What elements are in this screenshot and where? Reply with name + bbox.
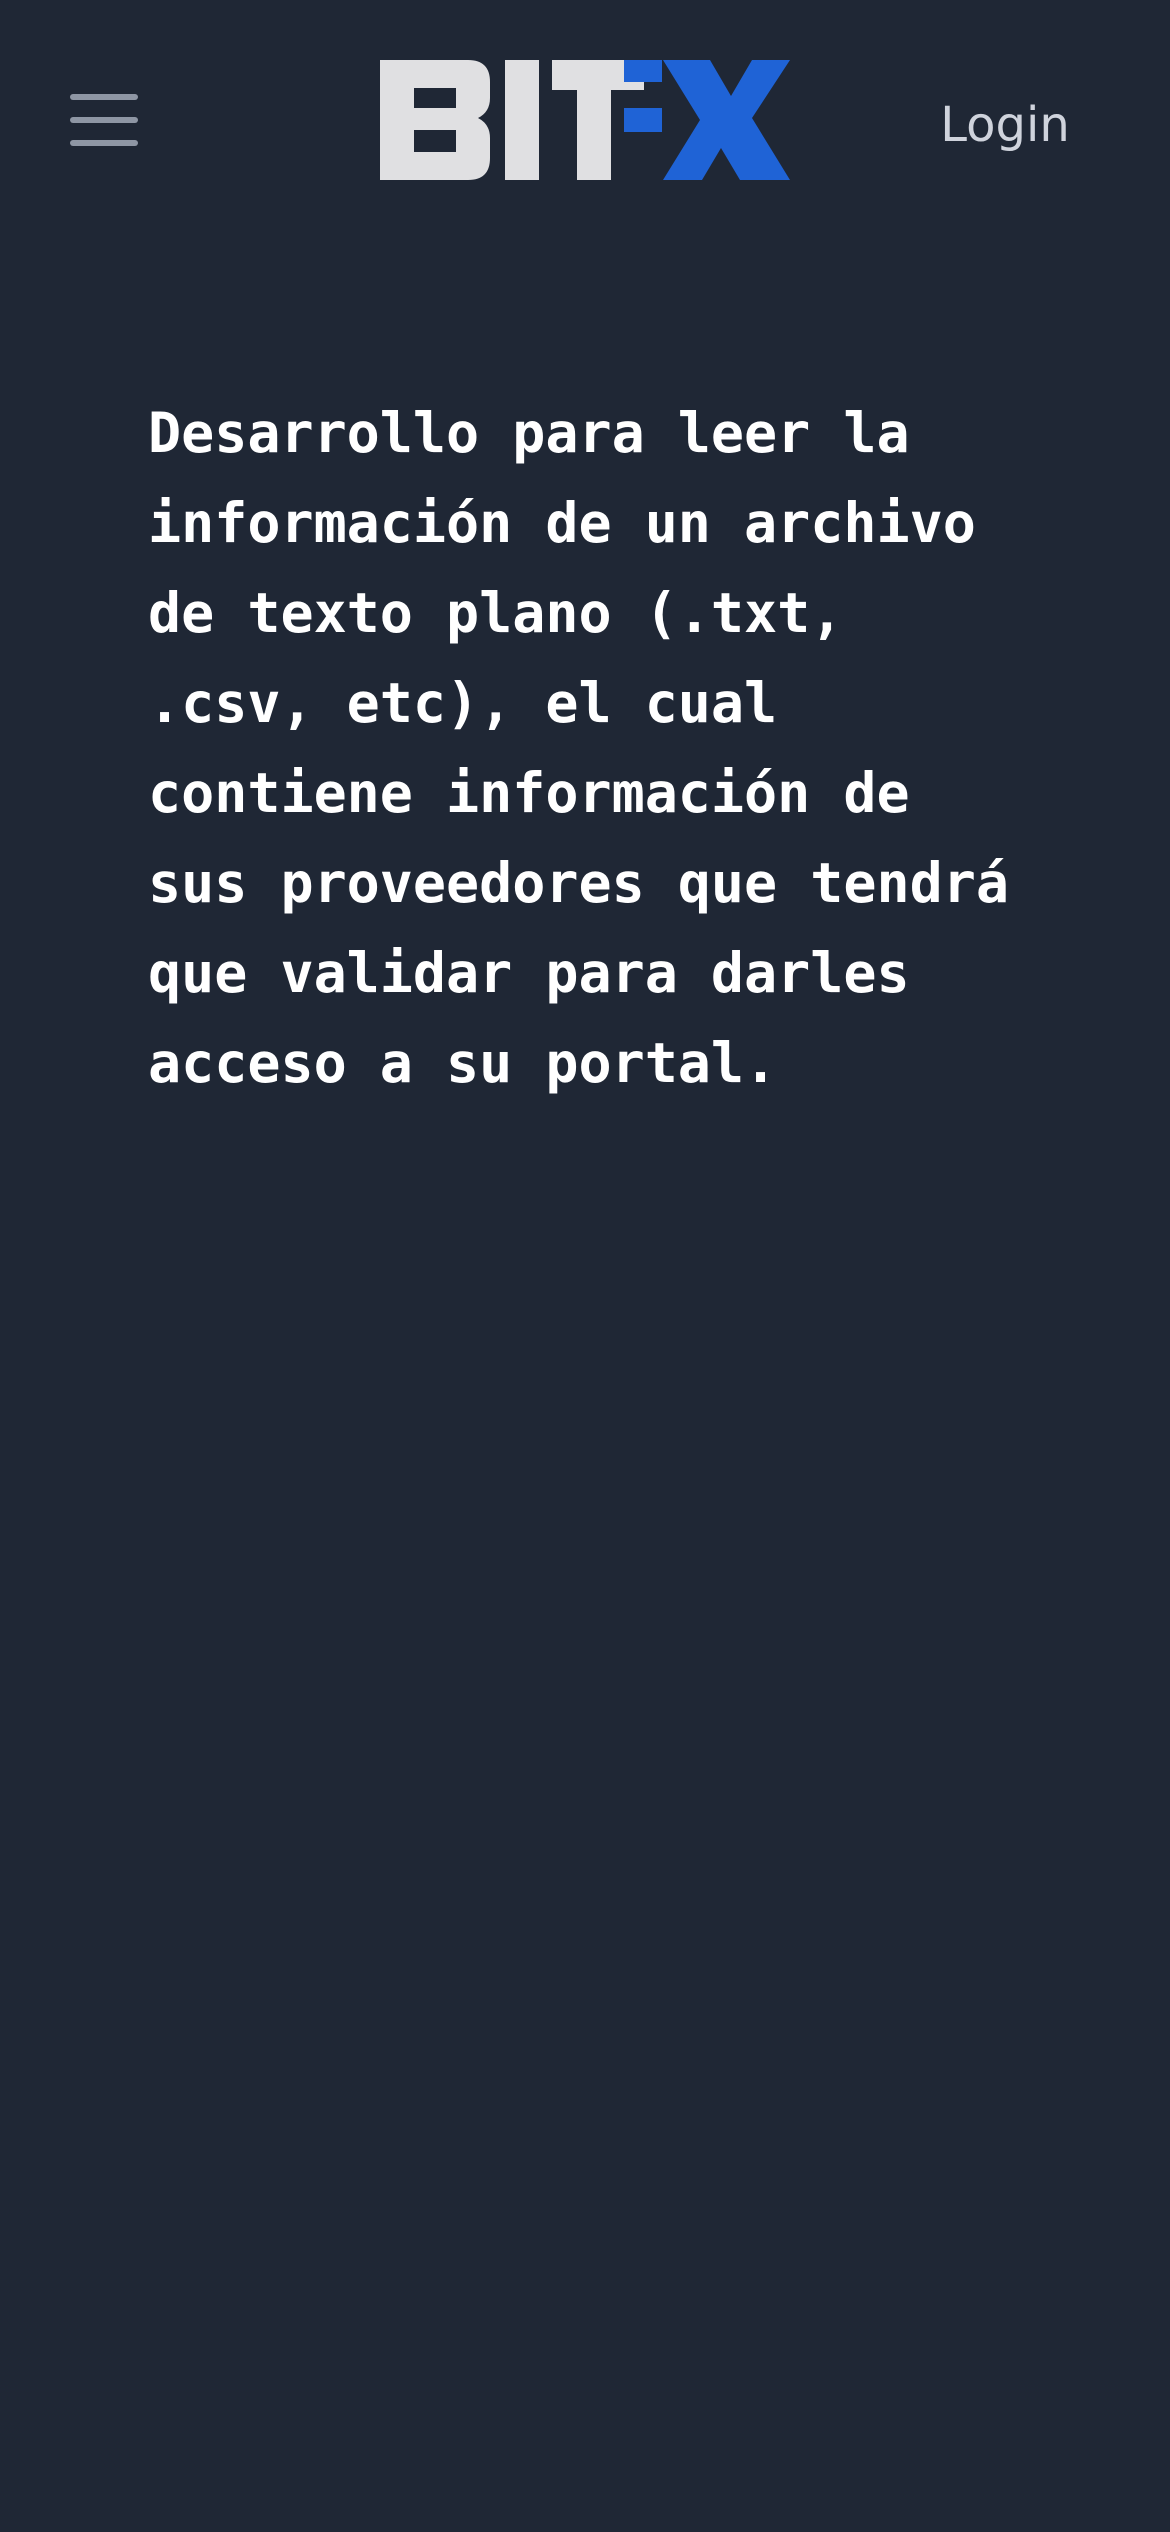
project-description: Desarrollo para leer la información de u… — [148, 401, 1009, 1095]
bitfx-logo-icon — [380, 60, 790, 180]
hamburger-menu-icon — [70, 94, 138, 146]
login-link[interactable]: Login — [920, 90, 1090, 160]
main-content: Desarrollo para leer la información de u… — [148, 388, 1048, 1108]
app-header: Login — [0, 0, 1170, 230]
menu-button[interactable] — [62, 84, 146, 156]
brand-logo[interactable] — [380, 60, 790, 180]
